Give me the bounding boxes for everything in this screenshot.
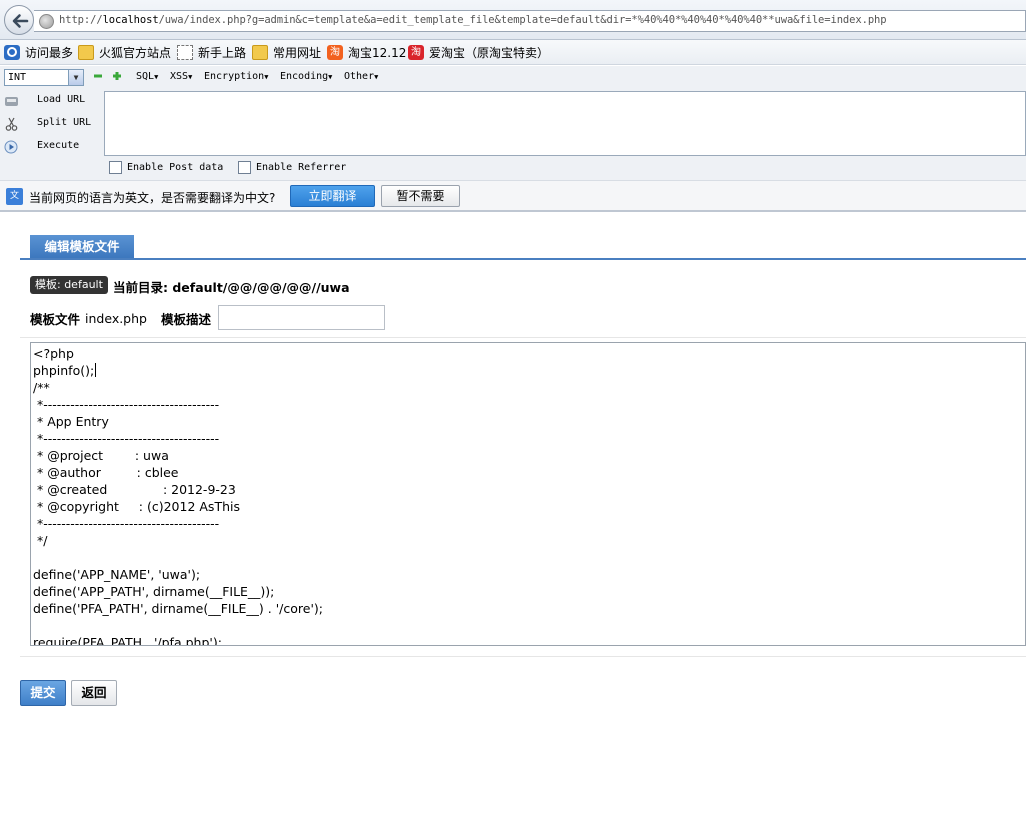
code-line: * @created : 2012-9-23 [33, 482, 236, 497]
url-bar[interactable]: http://localhost/uwa/index.php?g=admin&c… [34, 10, 1026, 32]
load-url-icon [5, 97, 18, 106]
page-icon [177, 45, 193, 60]
bookmark-aitaobao[interactable]: 淘 爱淘宝（原淘宝特卖） [408, 44, 549, 61]
bookmark-getting-started[interactable]: 新手上路 [177, 44, 246, 61]
navigation-bar: http://localhost/uwa/index.php?g=admin&c… [0, 0, 1026, 40]
code-line: require(PFA_PATH . '/pfa.php'); [33, 635, 222, 646]
enable-post-checkbox[interactable]: Enable Post data [109, 161, 223, 174]
code-line: define('APP_PATH', dirname(__FILE__)); [33, 584, 275, 599]
translate-now-button[interactable]: 立即翻译 [290, 185, 375, 207]
code-editor[interactable]: <?php phpinfo(); /** *------------------… [30, 342, 1026, 646]
chevron-down-icon[interactable]: ▼ [68, 70, 83, 85]
taobao-icon: 淘 [327, 45, 343, 60]
play-icon [4, 140, 18, 154]
text-cursor [95, 363, 97, 377]
current-directory: 当前目录: default/@@/@@/@@//uwa [113, 280, 350, 295]
code-line: * @project : uwa [33, 448, 169, 463]
divider [20, 337, 1026, 338]
increase-icon[interactable] [112, 71, 122, 81]
back-arrow-icon [12, 14, 29, 28]
template-desc-label: 模板描述 [160, 311, 211, 327]
checkbox-box[interactable] [109, 161, 122, 174]
code-line: * @author : cblee [33, 465, 179, 480]
folder-icon [78, 45, 94, 60]
divider [20, 656, 1026, 657]
tab-edit-template[interactable]: 编辑模板文件 [30, 235, 134, 259]
url-text[interactable]: http://localhost/uwa/index.php?g=admin&c… [59, 14, 887, 26]
code-line: define('APP_NAME', 'uwa'); [33, 567, 201, 582]
back-link-button[interactable]: 返回 [71, 680, 117, 706]
submit-button[interactable]: 提交 [20, 680, 66, 706]
code-line: * @copyright : (c)2012 AsThis [33, 499, 240, 514]
split-url-button[interactable]: Split URL [0, 114, 104, 134]
site-identity-icon[interactable] [39, 14, 54, 29]
hackbar-toolbar: INT ▼ SQL▼ XSS▼ Encryption▼ Encoding▼ Ot… [0, 66, 1026, 90]
decrease-icon[interactable] [93, 71, 103, 81]
translate-notification-bar: 文 当前网页的语言为英文，是否需要翻译为中文? 立即翻译 暂不需要 [0, 180, 1026, 212]
bookmark-common-sites[interactable]: 常用网址 [252, 44, 321, 61]
code-line: *--------------------------------------- [33, 431, 220, 446]
execute-button[interactable]: Execute [0, 137, 104, 157]
enable-referrer-checkbox[interactable]: Enable Referrer [238, 161, 346, 174]
template-badge: 模板: default [30, 276, 108, 294]
translate-message: 当前网页的语言为英文，是否需要翻译为中文? [29, 191, 276, 205]
template-file-label: 模板文件 [30, 311, 81, 327]
template-file-row: 模板文件 index.php 模板描述 [30, 306, 216, 330]
code-line: <?php [33, 346, 74, 361]
menu-xss[interactable]: XSS▼ [170, 71, 192, 82]
menu-sql[interactable]: SQL▼ [136, 71, 158, 82]
code-line: *--------------------------------------- [33, 516, 220, 531]
code-line: *--------------------------------------- [33, 397, 220, 412]
hackbar-panel: Load URL Split URL Execute Enable Post d… [0, 90, 1026, 180]
code-line: * App Entry [33, 414, 109, 429]
menu-other[interactable]: Other▼ [344, 71, 378, 82]
menu-encoding[interactable]: Encoding▼ [280, 71, 332, 82]
bookmarks-toolbar: 访问最多 火狐官方站点 新手上路 常用网址 淘 淘宝12.12 淘 爱淘宝（原淘… [0, 40, 1026, 65]
menu-encryption[interactable]: Encryption▼ [204, 71, 268, 82]
load-url-button[interactable]: Load URL [0, 91, 104, 111]
code-line: /** [33, 380, 50, 395]
back-button[interactable] [4, 5, 34, 35]
folder-icon [252, 45, 268, 60]
most-visited-icon [4, 45, 20, 60]
code-line: phpinfo(); [33, 363, 97, 378]
bookmark-most-visited[interactable]: 访问最多 [4, 44, 73, 61]
hackbar-type-select[interactable]: INT ▼ [4, 69, 84, 86]
scissors-icon [5, 117, 18, 131]
bookmark-firefox-site[interactable]: 火狐官方站点 [78, 44, 171, 61]
code-line: */ [33, 533, 48, 548]
not-needed-button[interactable]: 暂不需要 [381, 185, 460, 207]
aitaobao-icon: 淘 [408, 45, 424, 60]
bookmark-taobao[interactable]: 淘 淘宝12.12 [327, 44, 406, 61]
translate-icon: 文 [6, 188, 23, 205]
template-desc-input[interactable] [218, 305, 385, 330]
checkbox-box[interactable] [238, 161, 251, 174]
hackbar-url-textarea[interactable] [104, 91, 1026, 156]
tab-underline [20, 258, 1026, 260]
code-line: define('PFA_PATH', dirname(__FILE__) . '… [33, 601, 323, 616]
template-file-name: index.php [85, 310, 147, 326]
